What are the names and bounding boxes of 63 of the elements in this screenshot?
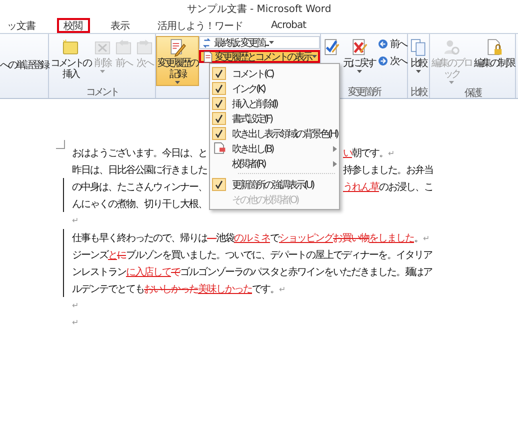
checkbox[interactable] — [212, 112, 226, 125]
document-text: 仕事も早く終わったので、帰りは―池袋のルミネでショッピングお買い物をしました。↵ — [72, 232, 429, 244]
next-icon — [377, 55, 389, 67]
document-text: ↵ — [72, 215, 78, 226]
ribbon-button[interactable]: コメントの挿入 — [49, 36, 92, 82]
ribbon-tab[interactable]: 活用しよう！ワード — [150, 18, 250, 33]
document-pencil-icon — [168, 38, 187, 57]
document-icon — [212, 142, 226, 155]
caret-icon — [312, 55, 317, 58]
document-text: 昨日は、日比谷公園に行きました — [72, 164, 207, 176]
checkbox[interactable] — [212, 97, 226, 110]
ribbon-button[interactable]: 元に戻す — [342, 36, 376, 75]
ribbon-tab[interactable]: ッ文書 — [0, 18, 42, 33]
small-button[interactable]: 前へ — [376, 36, 407, 52]
ribbon-button[interactable]: 比較 — [408, 36, 429, 75]
menu-item[interactable]: インク(K) — [210, 81, 340, 96]
menu-item[interactable]: 吹き出し(B) — [210, 141, 340, 156]
checkbox[interactable] — [212, 67, 226, 80]
swap-icon — [201, 36, 213, 48]
person-icon — [442, 38, 461, 57]
menu-item[interactable]: 吹き出し表示領域の背景色(H) — [210, 126, 340, 141]
ribbon-tab[interactable]: 校閲 — [56, 18, 90, 33]
group-label: 比較 — [410, 87, 426, 98]
checkbox[interactable] — [212, 127, 226, 140]
submenu-arrow-icon — [333, 146, 338, 152]
menu-item[interactable]: 校閲者(R) — [210, 156, 340, 171]
next-icon — [135, 38, 154, 57]
document-text: ジーンズとにブルゾンを買いました。ついでに、デパートの屋上でディナーを。イタリア — [72, 250, 432, 260]
caret-icon — [269, 41, 274, 44]
document-text: うれん草のお浸し、こ — [343, 182, 433, 192]
document-text: の中身は、たこさんウィンナー、 — [72, 182, 207, 192]
checkmark-icon — [215, 180, 223, 189]
checkbox[interactable] — [212, 82, 226, 95]
ribbon-button[interactable]: 編集の制限 — [473, 36, 515, 71]
checkbox[interactable] — [212, 178, 226, 191]
menu-item[interactable]: 挿入と削除(I) — [210, 96, 340, 111]
document-text: 持参しました。お弁当 — [343, 164, 433, 176]
document-text: おはようございます。今日は、と — [72, 148, 207, 158]
ribbon-label[interactable]: への単語登録 — [0, 36, 48, 72]
ribbon-tab[interactable]: 表示 — [104, 18, 136, 33]
previous-icon — [377, 38, 389, 50]
ribbon-button[interactable]: 変更履歴の記録 — [156, 36, 199, 86]
compare-icon — [409, 38, 428, 57]
document-text: ↵ — [72, 317, 78, 328]
document-text: い朝です。↵ — [343, 148, 394, 158]
previous-icon — [114, 38, 133, 57]
small-button[interactable]: 次へ — [376, 53, 407, 69]
menu-item[interactable]: コメント(C) — [210, 66, 340, 81]
document-text: んにゃくの煮物、切り干し大根、 — [72, 198, 207, 210]
group-label: 保護 — [464, 88, 480, 98]
menu-item[interactable]: 書式設定(F) — [210, 111, 340, 126]
menu-item[interactable]: 更新箇所の強調表示(U) — [210, 177, 340, 192]
window-title: サンプル文書 - Microsoft Word — [186, 2, 332, 16]
group-label: 変更箇所 — [348, 87, 380, 98]
accept-icon — [322, 38, 341, 57]
submenu-arrow-icon — [333, 160, 338, 166]
group-label: コメント — [86, 87, 118, 98]
document-text: ルデンテでとてもおいしかった美味しかったです。↵ — [72, 284, 285, 294]
document-text: ンレストランに入店してでゴルゴンゾーラのパスタと赤ワインをいただきました。麺はア — [72, 266, 432, 278]
document-text: ↵ — [72, 300, 78, 311]
sticky-note-icon — [61, 38, 80, 57]
ribbon-tab[interactable]: Acrobat — [264, 18, 314, 33]
dropdown-button[interactable]: 変更履歴とコメントの表示 — [199, 50, 320, 63]
